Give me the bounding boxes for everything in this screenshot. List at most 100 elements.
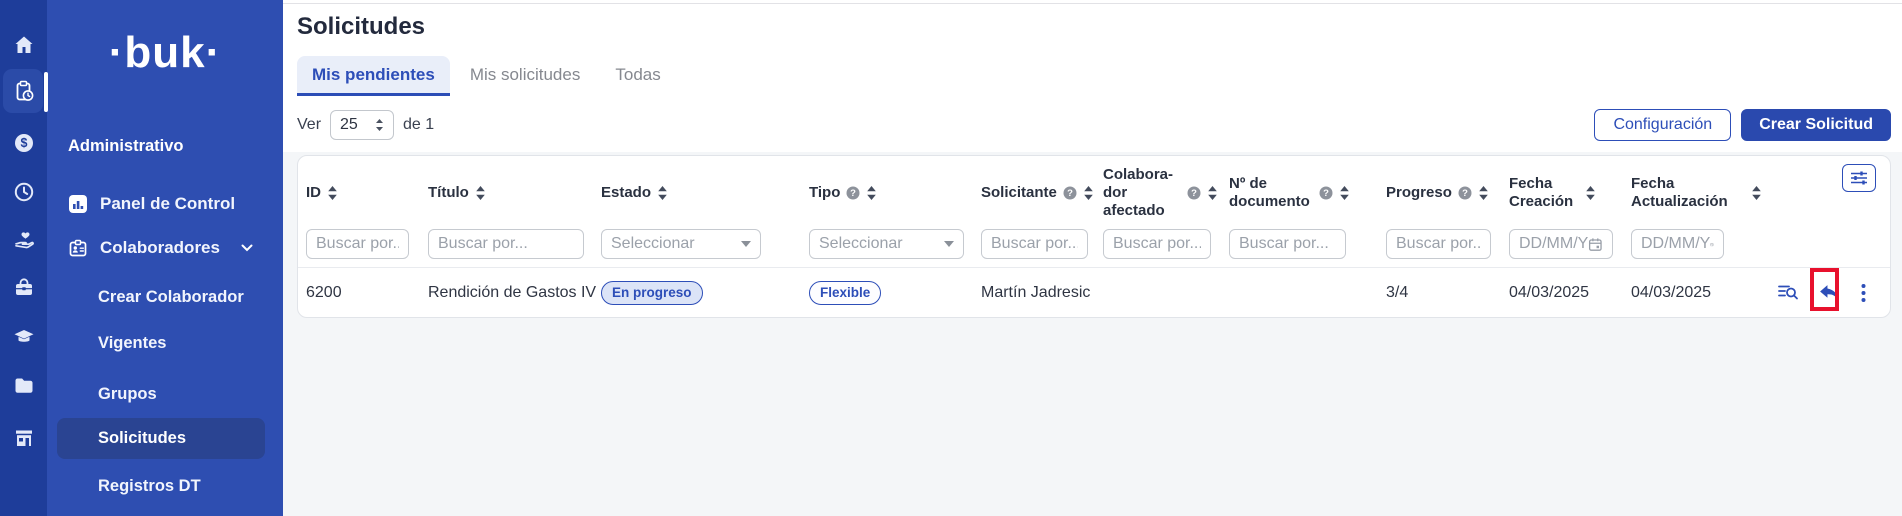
- filter-id-input[interactable]: [306, 229, 409, 259]
- tab-mis-solicitudes[interactable]: Mis solicitudes: [455, 56, 596, 96]
- chevron-down-icon: [241, 244, 253, 252]
- main-content: Solicitudes Mis pendientes Mis solicitud…: [283, 0, 1902, 516]
- graduation-cap-icon[interactable]: [13, 326, 35, 348]
- home-icon[interactable]: [13, 34, 35, 56]
- help-icon[interactable]: ?: [1187, 186, 1201, 200]
- sort-icon[interactable]: [1478, 185, 1489, 201]
- filter-progreso-input[interactable]: [1386, 229, 1491, 259]
- sidebar-item-crear-colaborador[interactable]: Crear Colaborador: [47, 287, 283, 307]
- column-header-titulo[interactable]: Título: [428, 184, 601, 202]
- tab-bar: Mis pendientes Mis solicitudes Todas: [297, 56, 1891, 96]
- sidebar-item-colaboradores[interactable]: Colaboradores: [47, 236, 283, 260]
- create-request-button[interactable]: Crear Solicitud: [1741, 109, 1891, 141]
- sort-icon[interactable]: [1751, 185, 1762, 201]
- page-size-prefix: Ver: [297, 116, 321, 134]
- history-clock-icon[interactable]: [13, 181, 35, 203]
- column-header-estado[interactable]: Estado: [601, 184, 809, 202]
- list-search-icon: [1778, 284, 1799, 301]
- svg-text:?: ?: [850, 188, 856, 199]
- filter-colaborador-input[interactable]: [1103, 229, 1211, 259]
- reply-action-button[interactable]: [1816, 281, 1840, 305]
- svg-text:$: $: [20, 136, 27, 150]
- filter-n-documento-input[interactable]: [1229, 229, 1346, 259]
- svg-text:?: ?: [1462, 188, 1468, 199]
- page-size-value: 25: [340, 116, 358, 134]
- sort-icon[interactable]: [657, 185, 668, 201]
- hand-heart-icon[interactable]: [13, 230, 35, 252]
- configuration-button[interactable]: Configuración: [1594, 109, 1731, 141]
- svg-text:?: ?: [1323, 188, 1329, 199]
- cell-estado: En progreso: [601, 281, 809, 305]
- column-header-progreso[interactable]: Progreso ?: [1386, 184, 1509, 202]
- filter-estado-select[interactable]: Seleccionar: [601, 229, 761, 259]
- id-badge-icon: [68, 238, 88, 258]
- status-badge: En progreso: [601, 281, 703, 305]
- filter-solicitante-input[interactable]: [981, 229, 1088, 259]
- caret-down-icon: [944, 241, 954, 247]
- column-label: Nº de documento: [1229, 175, 1313, 212]
- buk-logo[interactable]: ·buk·: [47, 26, 283, 80]
- sidebar-item-panel-de-control[interactable]: Panel de Control: [47, 192, 283, 216]
- filter-tipo-select[interactable]: Seleccionar: [809, 229, 964, 259]
- column-label: Tipo: [809, 184, 840, 202]
- column-label: Fecha Actualización: [1631, 175, 1745, 212]
- sidebar-section-label: Administrativo: [68, 137, 283, 156]
- money-icon[interactable]: $: [13, 132, 35, 154]
- clipboard-clock-icon[interactable]: [13, 80, 35, 102]
- table-header-row: ID Título Estado Tipo ? Solicitant: [298, 156, 1890, 222]
- help-icon[interactable]: ?: [1319, 186, 1333, 200]
- sidebar: ·buk· Administrativo Panel de Control Co…: [47, 0, 283, 516]
- sort-icon[interactable]: [327, 185, 338, 201]
- sort-icon[interactable]: [1083, 185, 1094, 201]
- date-placeholder: DD/MM/Y: [1641, 235, 1710, 253]
- filter-titulo-input[interactable]: [428, 229, 584, 259]
- select-placeholder: Seleccionar: [819, 235, 903, 253]
- filter-fecha-actualizacion-input[interactable]: DD/MM/Y: [1631, 229, 1724, 259]
- column-header-tipo[interactable]: Tipo ?: [809, 184, 981, 202]
- sort-icon[interactable]: [475, 185, 486, 201]
- sort-icon[interactable]: [866, 185, 877, 201]
- toolbox-icon[interactable]: [13, 276, 35, 298]
- table-row[interactable]: 6200 Rendición de Gastos IV En progreso …: [298, 267, 1890, 317]
- column-header-solicitante[interactable]: Solicitante ?: [981, 184, 1103, 202]
- column-header-fecha-creacion[interactable]: Fecha Creación: [1509, 175, 1631, 212]
- sidebar-item-solicitudes[interactable]: Solicitudes: [57, 418, 265, 459]
- sort-icon[interactable]: [1339, 185, 1350, 201]
- column-settings-button[interactable]: [1842, 164, 1876, 192]
- sort-icon[interactable]: [1207, 185, 1218, 201]
- column-header-fecha-actualizacion[interactable]: Fecha Actualización: [1631, 175, 1776, 212]
- sidebar-item-registros-dt[interactable]: Registros DT: [47, 476, 283, 496]
- cell-progreso: 3/4: [1386, 284, 1509, 302]
- sliders-icon: [1850, 171, 1868, 185]
- view-detail-button[interactable]: [1776, 281, 1800, 305]
- tab-todas[interactable]: Todas: [600, 56, 675, 96]
- tab-mis-pendientes[interactable]: Mis pendientes: [297, 56, 450, 96]
- help-icon[interactable]: ?: [1063, 186, 1077, 200]
- table-controls-row: Ver 25 de 1 Configuración Crear Solicitu…: [297, 108, 1891, 142]
- caret-down-icon: [741, 241, 751, 247]
- folder-icon[interactable]: [13, 374, 35, 396]
- page-header: Solicitudes Mis pendientes Mis solicitud…: [283, 0, 1902, 152]
- column-header-id[interactable]: ID: [306, 184, 428, 202]
- cell-id: 6200: [306, 284, 428, 302]
- sidebar-item-grupos[interactable]: Grupos: [47, 384, 283, 404]
- column-label: Fecha Creación: [1509, 175, 1579, 212]
- requests-table-card: ID Título Estado Tipo ? Solicitant: [297, 155, 1891, 318]
- column-header-n-documento[interactable]: Nº de documento ?: [1229, 175, 1386, 212]
- row-menu-button[interactable]: [1856, 281, 1870, 305]
- app-window: $ ·: [0, 0, 1902, 516]
- filter-fecha-creacion-input[interactable]: DD/MM/Y: [1509, 229, 1613, 259]
- sort-icon[interactable]: [1585, 185, 1596, 201]
- store-icon[interactable]: [13, 427, 35, 449]
- column-header-colaborador-afectado[interactable]: Colabora-dor afectado ?: [1103, 166, 1229, 221]
- page-size-select[interactable]: 25: [330, 110, 394, 140]
- cell-solicitante: Martín Jadresic: [981, 284, 1103, 302]
- type-badge: Flexible: [809, 281, 881, 305]
- column-label: Colabora-dor afectado: [1103, 166, 1181, 221]
- help-icon[interactable]: ?: [846, 186, 860, 200]
- rail-active-indicator: [44, 72, 48, 112]
- spinner-arrows-icon: [375, 118, 384, 132]
- sidebar-item-vigentes[interactable]: Vigentes: [47, 333, 283, 353]
- help-icon[interactable]: ?: [1458, 186, 1472, 200]
- column-label: Solicitante: [981, 184, 1057, 202]
